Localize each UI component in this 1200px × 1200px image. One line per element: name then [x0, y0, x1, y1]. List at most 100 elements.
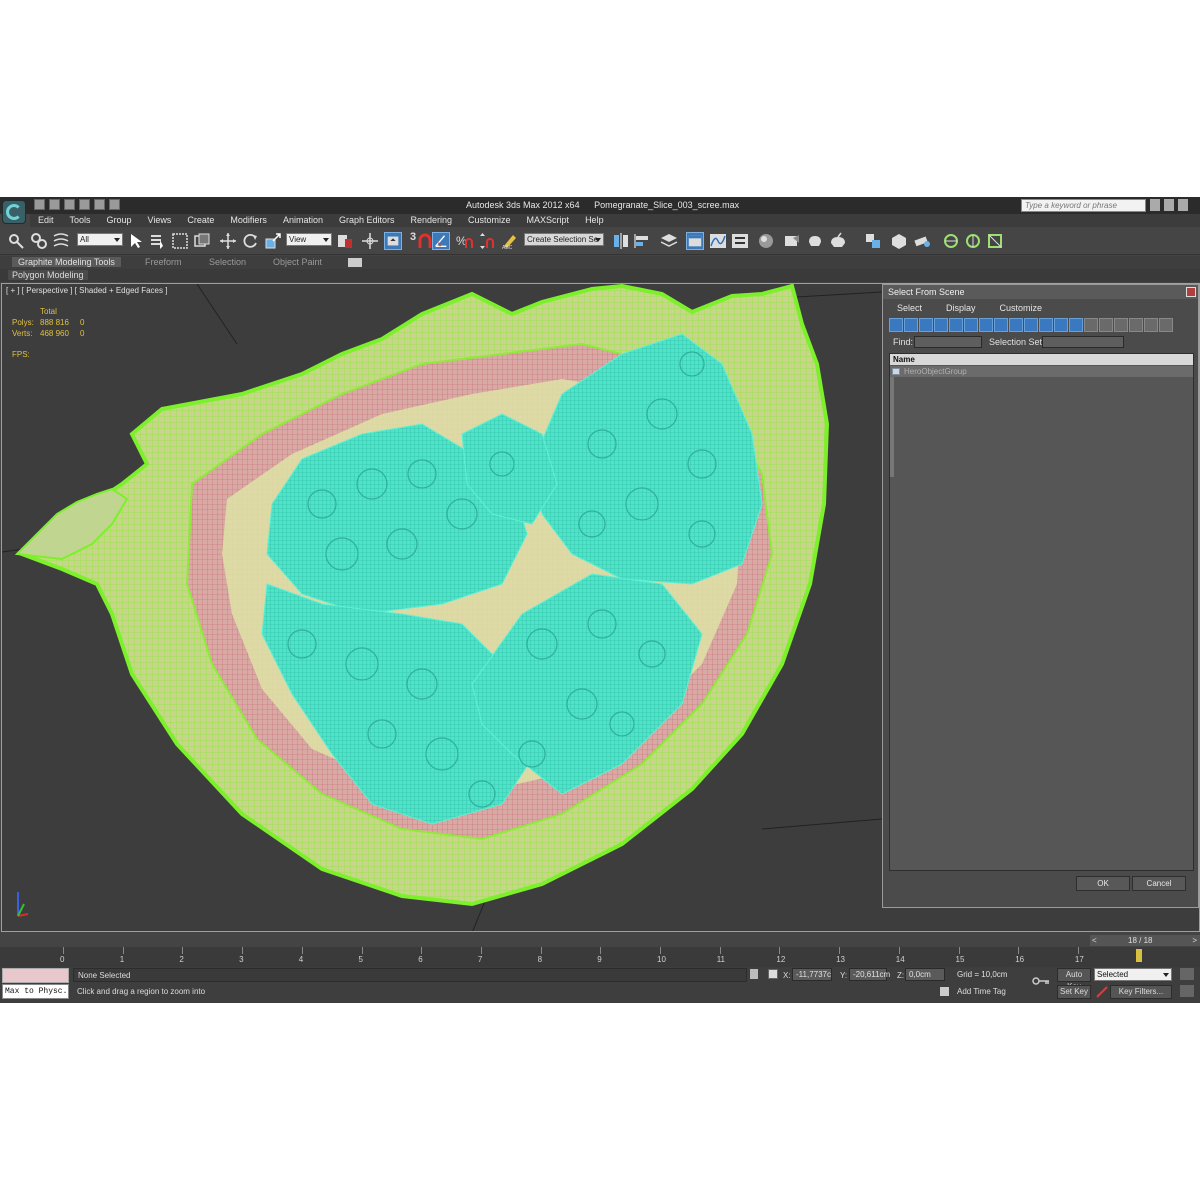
ribbon-options-icon[interactable] [348, 258, 362, 267]
display-bones-icon[interactable] [1009, 318, 1023, 332]
rendered-frame-window-icon[interactable] [806, 232, 824, 250]
schematic-view-icon[interactable] [731, 232, 749, 250]
layer-manager-icon[interactable] [660, 232, 678, 250]
select-by-name-icon[interactable] [149, 232, 167, 250]
y-coordinate-field[interactable]: -20,611cm [849, 968, 890, 981]
display-containers-icon[interactable] [1024, 318, 1038, 332]
display-space-warps-icon[interactable] [964, 318, 978, 332]
select-object-icon[interactable] [127, 232, 145, 250]
auto-key-button[interactable]: Auto Key [1057, 968, 1091, 991]
viewport-label[interactable]: [ + ] [ Perspective ] [ Shaded + Edged F… [6, 286, 167, 295]
close-icon[interactable] [1186, 287, 1196, 297]
redo-icon[interactable] [94, 199, 105, 210]
rectangular-selection-icon[interactable] [171, 232, 189, 250]
list-scrollbar[interactable] [890, 377, 894, 477]
go-to-start-icon[interactable] [1180, 968, 1194, 980]
binoculars-icon[interactable] [1150, 199, 1160, 211]
keyboard-shortcut-override-icon[interactable] [384, 232, 402, 250]
time-slider[interactable]: < 18 / 18 > [1090, 935, 1200, 946]
menu-group[interactable]: Group [99, 214, 140, 227]
rotate-icon[interactable] [241, 232, 259, 250]
slider-next-icon[interactable]: > [1192, 936, 1197, 945]
display-none-icon[interactable] [1084, 318, 1098, 332]
reference-coordinate-dropdown[interactable]: View [286, 233, 332, 246]
filter-icon[interactable] [1144, 318, 1158, 332]
link-icon[interactable] [8, 232, 26, 250]
selection-lock-icon[interactable] [750, 969, 758, 979]
dialog-menu-customize[interactable]: Customize [986, 301, 1053, 315]
go-to-end-icon[interactable] [1180, 985, 1194, 997]
z-coordinate-field[interactable]: 0,0cm [905, 968, 945, 981]
selection-set-dropdown[interactable] [1042, 336, 1124, 348]
mirror-icon[interactable] [612, 232, 630, 250]
display-lights-icon[interactable] [919, 318, 933, 332]
dialog-menu-display[interactable]: Display [932, 301, 986, 315]
menu-customize[interactable]: Customize [460, 214, 519, 227]
slider-prev-icon[interactable]: < [1092, 936, 1097, 945]
display-cameras-icon[interactable] [934, 318, 948, 332]
menu-create[interactable]: Create [179, 214, 222, 227]
angle-snap-icon[interactable] [432, 232, 450, 250]
select-none-icon[interactable] [1129, 318, 1143, 332]
time-tag-icon[interactable] [940, 987, 949, 996]
ribbon-panel-polygon-modeling[interactable]: Polygon Modeling [8, 270, 88, 280]
key-filter-icon[interactable] [1096, 986, 1108, 998]
menu-views[interactable]: Views [140, 214, 180, 227]
add-time-tag-button[interactable]: Add Time Tag [953, 985, 1023, 999]
spinner-snap-icon[interactable] [477, 232, 495, 250]
maxscript-listener-output[interactable] [2, 968, 69, 983]
menu-modifiers[interactable]: Modifiers [222, 214, 275, 227]
curve-editor-icon[interactable] [709, 232, 727, 250]
display-helpers-icon[interactable] [949, 318, 963, 332]
edit-named-selection-icon[interactable]: ABC [501, 232, 519, 250]
display-hidden-icon[interactable] [1054, 318, 1068, 332]
extra-tool-3-icon[interactable] [913, 232, 931, 250]
menu-animation[interactable]: Animation [275, 214, 331, 227]
find-input[interactable] [914, 336, 982, 348]
maxscript-mini-listener[interactable]: Max to Physc. [2, 984, 69, 999]
move-icon[interactable] [219, 232, 237, 250]
tab-object-paint[interactable]: Object Paint [273, 257, 322, 267]
key-mode-dropdown[interactable]: Selected [1094, 968, 1172, 981]
current-time-marker[interactable] [1136, 949, 1142, 962]
display-frozen-icon[interactable] [1039, 318, 1053, 332]
window-crossing-icon[interactable] [193, 232, 211, 250]
x-coordinate-field[interactable]: -11,7737c [792, 968, 832, 981]
display-all-icon[interactable] [1069, 318, 1083, 332]
trackbar[interactable]: 0 1 2 3 4 5 6 7 8 9 10 11 12 13 14 15 16 17 [0, 947, 1200, 967]
named-selection-sets-dropdown[interactable]: Create Selection Se [524, 233, 604, 246]
tab-freeform[interactable]: Freeform [145, 257, 182, 267]
select-manipulate-icon[interactable] [361, 232, 379, 250]
dialog-menu-select[interactable]: Select [883, 301, 932, 315]
select-all-icon[interactable] [1114, 318, 1128, 332]
list-item[interactable]: HeroObjectGroup [890, 366, 1193, 377]
menu-help[interactable]: Help [577, 214, 612, 227]
dialog-title[interactable]: Select From Scene [883, 285, 1198, 299]
invert-display-icon[interactable] [1099, 318, 1113, 332]
app-menu-button[interactable] [2, 200, 26, 224]
selection-filter-dropdown[interactable]: All [77, 233, 123, 246]
key-filters-button[interactable]: Key Filters... [1110, 985, 1172, 999]
infocenter-search-input[interactable]: Type a keyword or phrase [1021, 199, 1146, 212]
render-setup-icon[interactable] [783, 232, 801, 250]
save-file-icon[interactable] [64, 199, 75, 210]
graphite-toggle-icon[interactable] [686, 232, 704, 250]
scale-icon[interactable] [264, 232, 282, 250]
tab-selection[interactable]: Selection [209, 257, 246, 267]
unlink-icon[interactable] [30, 232, 48, 250]
menu-graph-editors[interactable]: Graph Editors [331, 214, 403, 227]
help-icon[interactable] [1178, 199, 1188, 211]
bind-space-warp-icon[interactable] [52, 232, 70, 250]
percent-snap-icon[interactable]: % [455, 232, 473, 250]
project-folder-icon[interactable] [109, 199, 120, 210]
pivot-point-icon[interactable] [336, 232, 354, 250]
absolute-mode-icon[interactable] [768, 969, 778, 979]
cancel-button[interactable]: Cancel [1132, 876, 1186, 891]
extra-tool-2-icon[interactable] [890, 232, 908, 250]
menu-tools[interactable]: Tools [62, 214, 99, 227]
open-file-icon[interactable] [49, 199, 60, 210]
set-key-button[interactable]: Set Key [1057, 985, 1091, 999]
extra-tool-4-icon[interactable] [942, 232, 960, 250]
align-icon[interactable] [634, 232, 652, 250]
extra-tool-6-icon[interactable] [986, 232, 1004, 250]
